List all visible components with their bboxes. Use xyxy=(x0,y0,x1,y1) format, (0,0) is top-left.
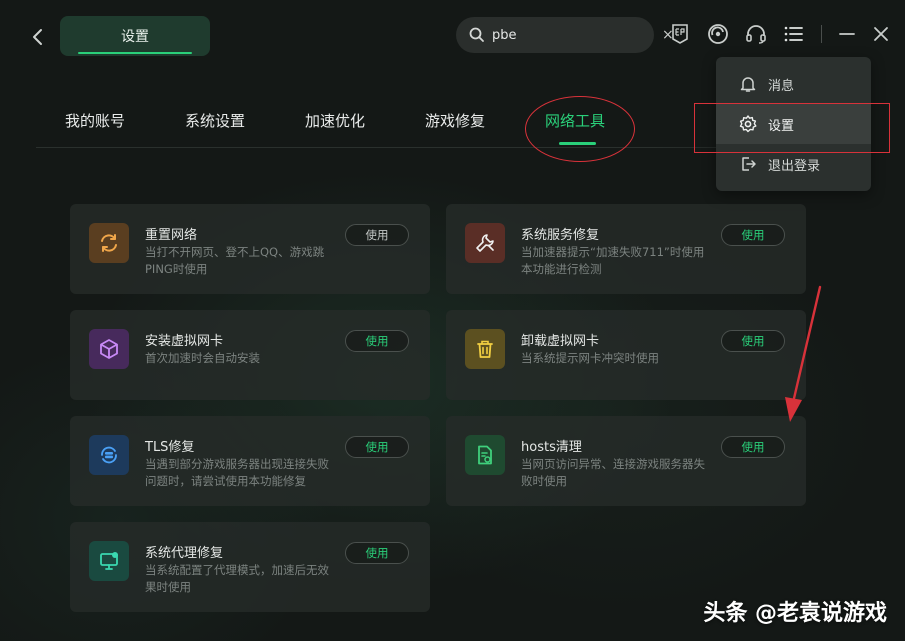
tool-title: TLS修复 xyxy=(145,440,195,455)
server-sync-icon xyxy=(89,435,129,475)
tool-description: 当系统配置了代理模式，加速后无效果时使用 xyxy=(145,563,329,594)
logout-icon xyxy=(738,154,758,174)
menu-item-logout[interactable]: 退出登录 xyxy=(716,144,871,184)
tab-acceleration[interactable]: 加速优化 xyxy=(305,110,365,131)
tool-title: 重置网络 xyxy=(145,228,198,243)
use-button[interactable]: 使用 xyxy=(345,330,409,352)
menu-item-label: 设置 xyxy=(768,118,795,134)
file-clean-icon xyxy=(465,435,505,475)
use-button[interactable]: 使用 xyxy=(345,224,409,246)
tool-title: 安装虚拟网卡 xyxy=(145,334,224,349)
refresh-icon xyxy=(89,223,129,263)
use-button[interactable]: 使用 xyxy=(721,330,785,352)
tool-description: 首次加速时会自动安装 xyxy=(145,351,260,365)
minimize-icon[interactable] xyxy=(835,22,859,46)
gear-icon xyxy=(738,114,758,134)
menu-item-label: 消息 xyxy=(768,78,795,94)
tool-description: 当系统提示网卡冲突时使用 xyxy=(521,351,659,365)
tool-description: 当打不开网页、登不上QQ、游戏跳PING时使用 xyxy=(145,245,325,276)
use-button[interactable]: 使用 xyxy=(721,224,785,246)
tab-system-settings[interactable]: 系统设置 xyxy=(185,110,245,131)
watermark: 头条 @老袁说游戏 xyxy=(703,601,887,626)
settings-tabs: 我的账号 系统设置 加速优化 游戏修复 网络工具 xyxy=(0,100,700,148)
tool-title: 系统服务修复 xyxy=(521,228,600,243)
tool-title: hosts清理 xyxy=(521,440,582,455)
close-icon[interactable] xyxy=(869,22,893,46)
menu-item-label: 退出登录 xyxy=(768,158,821,174)
active-tab-indicator xyxy=(559,142,596,145)
menu-item-settings[interactable]: 设置 xyxy=(716,104,871,144)
use-button[interactable]: 使用 xyxy=(345,436,409,458)
search-icon xyxy=(468,26,486,44)
toolbar-divider xyxy=(821,25,822,43)
headset-support-icon[interactable] xyxy=(744,22,768,46)
wrench-icon xyxy=(465,223,505,263)
cube-icon xyxy=(89,329,129,369)
tool-description: 当网页访问异常、连接游戏服务器失败时使用 xyxy=(521,457,705,488)
menu-item-messages[interactable]: 消息 xyxy=(716,64,871,104)
bell-icon xyxy=(738,74,758,94)
search-box[interactable]: × xyxy=(456,17,674,53)
use-button[interactable]: 使用 xyxy=(345,542,409,564)
tool-card-proxy-repair: 系统代理修复 当系统配置了代理模式，加速后无效果时使用 使用 xyxy=(70,522,430,612)
tool-card-reset-network: 重置网络 当打不开网页、登不上QQ、游戏跳PING时使用 使用 xyxy=(70,204,430,294)
tool-card-system-service-repair: 系统服务修复 当加速器提示“加速失败711”时使用本功能进行检测 使用 xyxy=(446,204,806,294)
use-button[interactable]: 使用 xyxy=(721,436,785,458)
epic-games-icon[interactable] xyxy=(668,22,692,46)
title-underline xyxy=(78,52,192,54)
tab-network-tools[interactable]: 网络工具 xyxy=(545,110,605,131)
ubisoft-icon[interactable] xyxy=(706,22,730,46)
tool-card-uninstall-virtual-nic: 卸载虚拟网卡 当系统提示网卡冲突时使用 使用 xyxy=(446,310,806,400)
tool-card-hosts-clean: hosts清理 当网页访问异常、连接游戏服务器失败时使用 使用 xyxy=(446,416,806,506)
tab-game-repair[interactable]: 游戏修复 xyxy=(425,110,485,131)
back-chevron-icon[interactable] xyxy=(28,25,48,49)
trash-icon xyxy=(465,329,505,369)
tool-card-install-virtual-nic: 安装虚拟网卡 首次加速时会自动安装 使用 xyxy=(70,310,430,400)
main-dropdown-menu: 消息 设置 退出登录 xyxy=(716,57,871,191)
search-input[interactable] xyxy=(492,27,662,43)
tool-card-tls-repair: TLS修复 当遇到部分游戏服务器出现连接失败问题时，请尝试使用本功能修复 使用 xyxy=(70,416,430,506)
tool-description: 当加速器提示“加速失败711”时使用本功能进行检测 xyxy=(521,245,705,276)
page-title-tab[interactable]: 设置 xyxy=(60,16,210,56)
tool-description: 当遇到部分游戏服务器出现连接失败问题时，请尝试使用本功能修复 xyxy=(145,457,329,488)
tab-my-account[interactable]: 我的账号 xyxy=(65,110,125,131)
tool-title: 卸载虚拟网卡 xyxy=(521,334,600,349)
page-title: 设置 xyxy=(121,29,149,45)
monitor-icon xyxy=(89,541,129,581)
tool-title: 系统代理修复 xyxy=(145,546,224,561)
menu-list-icon[interactable] xyxy=(782,22,806,46)
